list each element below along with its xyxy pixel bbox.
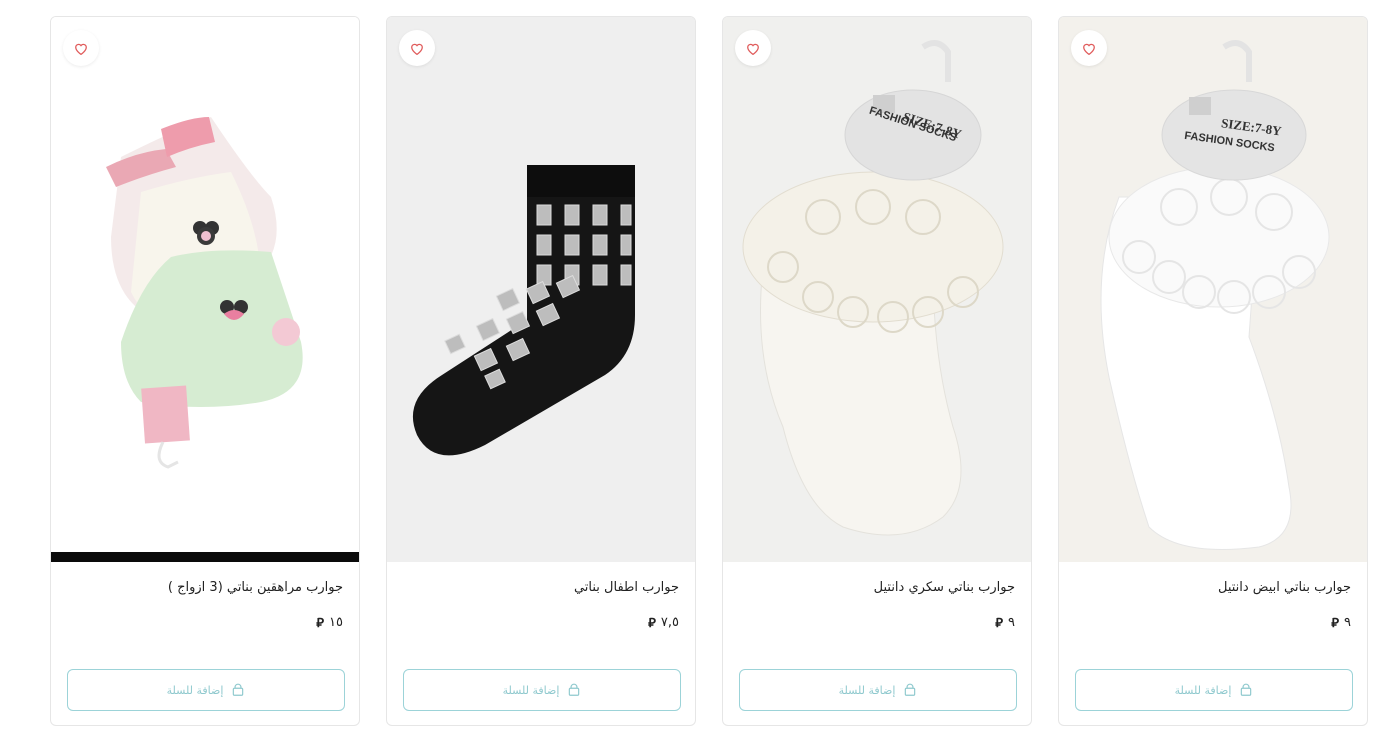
heart-icon <box>411 43 423 55</box>
wishlist-button[interactable] <box>735 30 771 66</box>
product-card[interactable]: SIZE:7-8Y FASHION SOCKS جوارب بناتي ابيض… <box>1058 16 1368 726</box>
wishlist-button[interactable] <box>63 30 99 66</box>
riyal-currency-icon: ⃁ <box>1331 616 1340 631</box>
heart-icon <box>75 43 87 55</box>
product-card[interactable]: SIZE:7-8Y FASHION SOCKS جوارب بناتي سكري… <box>722 16 1032 726</box>
price-value: ٩ <box>1344 615 1351 630</box>
add-to-cart-label: إضافة للسلة <box>166 683 224 697</box>
shopping-bag-icon <box>569 683 580 696</box>
add-to-cart-button[interactable]: إضافة للسلة <box>739 669 1017 711</box>
product-price: ٩ ⃁ <box>1075 614 1351 631</box>
add-to-cart-label: إضافة للسلة <box>1174 683 1232 697</box>
heart-icon <box>1083 43 1095 55</box>
price-value: ٩ <box>1008 615 1015 630</box>
heart-icon <box>747 43 759 55</box>
wishlist-button[interactable] <box>1071 30 1107 66</box>
add-to-cart-button[interactable]: إضافة للسلة <box>403 669 681 711</box>
price-value: ١٥ <box>329 615 343 630</box>
product-price: ٧,٥ ⃁ <box>403 614 679 631</box>
shopping-bag-icon <box>905 683 916 696</box>
product-price: ٩ ⃁ <box>739 614 1015 631</box>
riyal-currency-icon: ⃁ <box>316 616 325 631</box>
shopping-bag-icon <box>1241 683 1252 696</box>
product-title[interactable]: جوارب اطفال بناتي <box>403 580 679 595</box>
product-image[interactable]: SIZE:7-8Y FASHION SOCKS <box>723 17 1031 562</box>
product-image[interactable] <box>51 17 359 562</box>
product-image[interactable]: SIZE:7-8Y FASHION SOCKS <box>1059 17 1367 562</box>
product-title[interactable]: جوارب بناتي ابيض دانتيل <box>1075 580 1351 595</box>
product-card[interactable]: جوارب اطفال بناتي ٧,٥ ⃁ إضافة للسلة <box>386 16 696 726</box>
riyal-currency-icon: ⃁ <box>995 616 1004 631</box>
add-to-cart-label: إضافة للسلة <box>502 683 560 697</box>
product-price: ١٥ ⃁ <box>67 614 343 631</box>
riyal-currency-icon: ⃁ <box>648 616 656 631</box>
image-bottom-bar <box>51 552 359 562</box>
product-title[interactable]: جوارب بناتي سكري دانتيل <box>739 580 1015 595</box>
product-card[interactable]: جوارب مراهقين بناتي (3 ازواج ) ١٥ ⃁ إضاف… <box>50 16 360 726</box>
price-value: ٧,٥ <box>660 615 679 630</box>
add-to-cart-label: إضافة للسلة <box>838 683 896 697</box>
add-to-cart-button[interactable]: إضافة للسلة <box>1075 669 1353 711</box>
product-title[interactable]: جوارب مراهقين بناتي (3 ازواج ) <box>67 580 343 595</box>
shopping-bag-icon <box>233 683 244 696</box>
wishlist-button[interactable] <box>399 30 435 66</box>
add-to-cart-button[interactable]: إضافة للسلة <box>67 669 345 711</box>
product-grid: SIZE:7-8Y FASHION SOCKS جوارب بناتي ابيض… <box>0 0 1395 739</box>
product-image[interactable] <box>387 17 695 562</box>
